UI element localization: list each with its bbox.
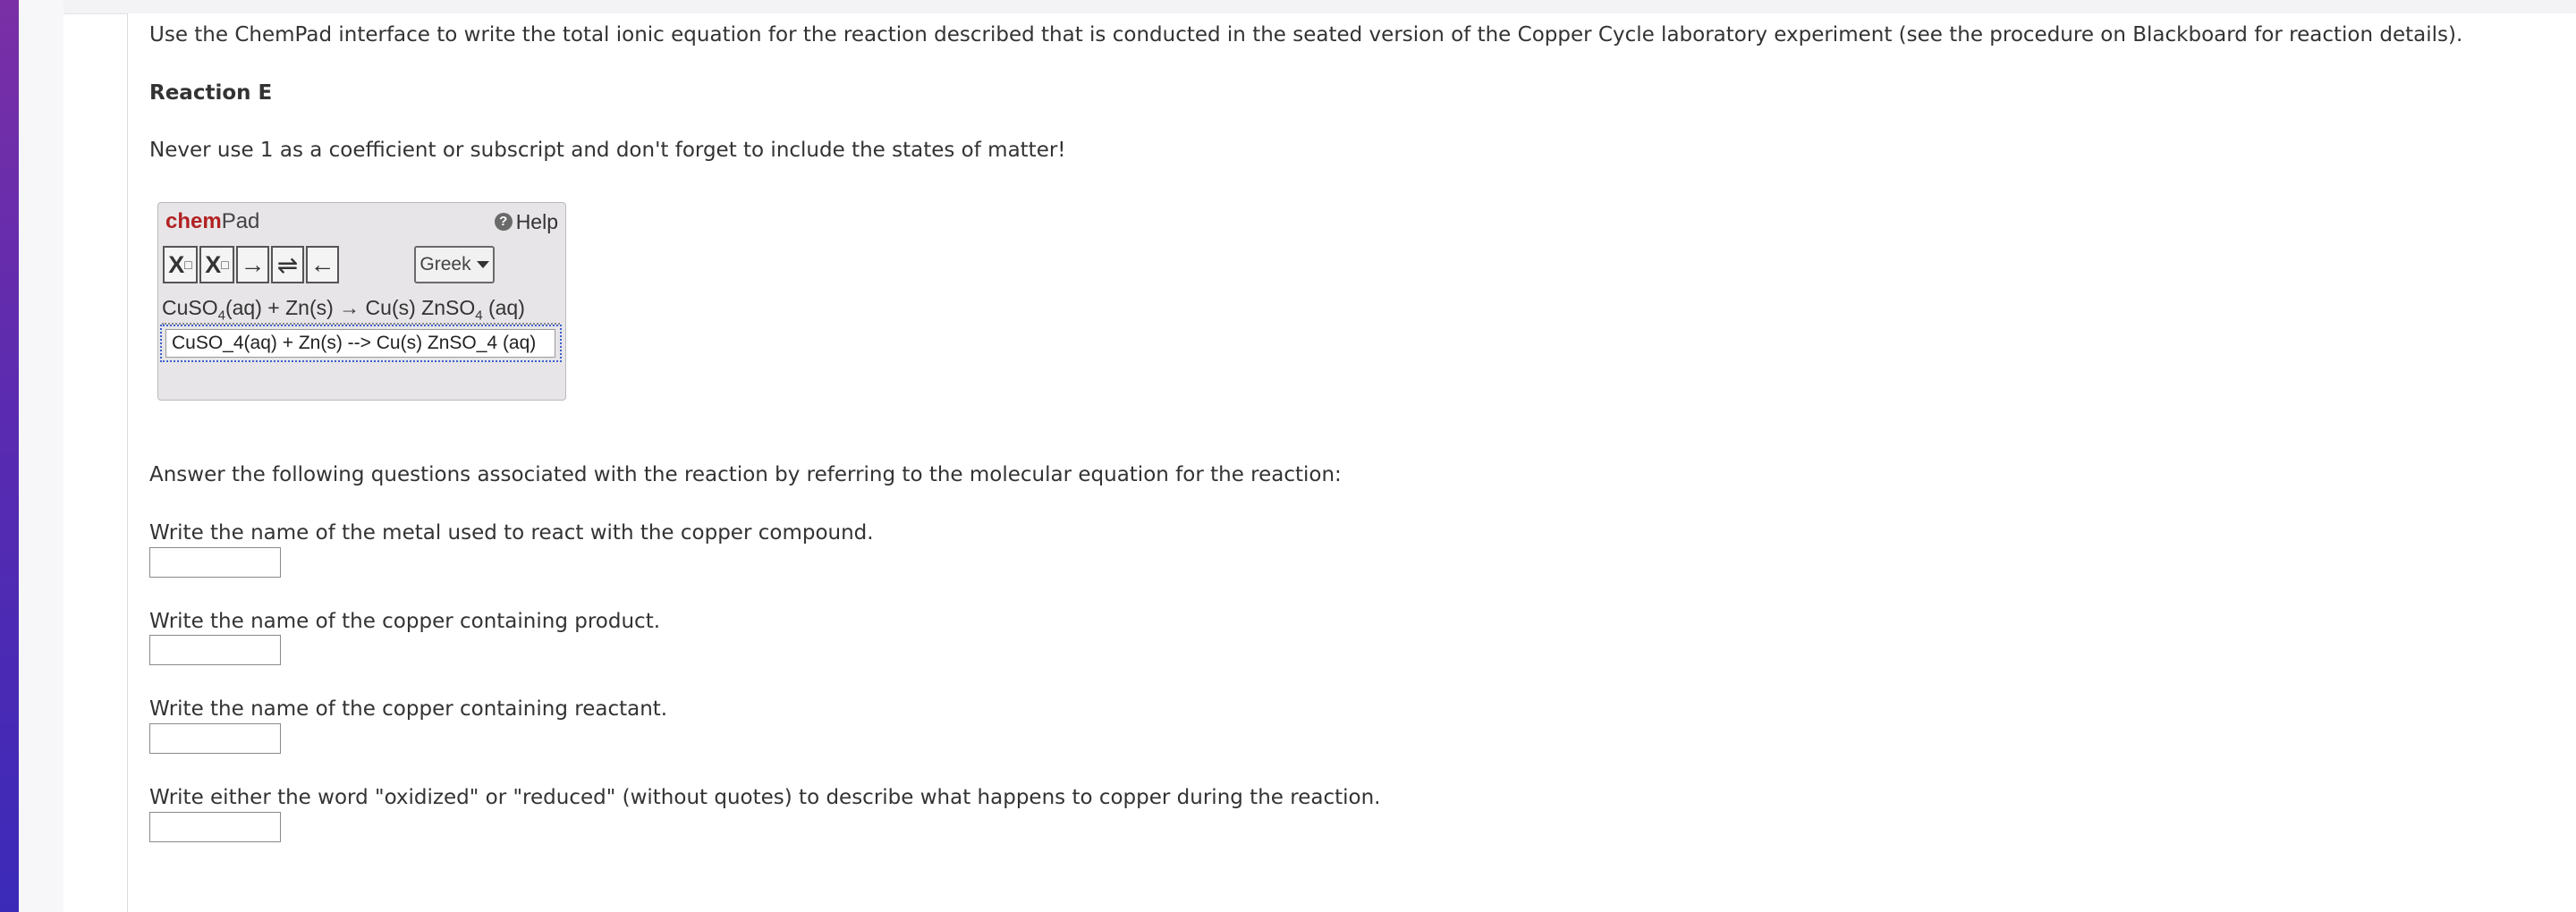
equation-preview: CuSO4(aq) + Zn(s) → Cu(s) ZnSO4 (aq) xyxy=(162,292,560,325)
equation-input[interactable]: CuSO_4(aq) + Zn(s) --> Cu(s) ZnSO_4 (aq) xyxy=(165,329,555,358)
help-label: Help xyxy=(515,210,558,233)
chempad-logo: chemPad xyxy=(165,209,259,234)
question-3-label: Write the name of the copper containing … xyxy=(149,697,668,721)
superscript-button[interactable]: X □ xyxy=(199,246,234,283)
greek-dropdown[interactable]: Greek xyxy=(414,246,495,283)
states-note: Never use 1 as a coefficient or subscrip… xyxy=(149,139,1066,162)
reaction-arrow-button[interactable]: → xyxy=(236,246,269,283)
left-gutter xyxy=(19,0,64,912)
question-2-label: Write the name of the copper containing … xyxy=(149,610,661,633)
preview-subscript: 4 xyxy=(217,308,225,324)
chempad-widget: chemPad ? Help X □ X □ → ⇌ ← Greek CuSO4(a… xyxy=(157,202,566,401)
chempad-toolbar: X □ X □ → ⇌ ← xyxy=(163,246,341,283)
metal-name-input[interactable] xyxy=(149,547,281,578)
left-accent-strip xyxy=(0,0,19,912)
help-link[interactable]: ? Help xyxy=(494,209,558,234)
question-1-label: Write the name of the metal used to reac… xyxy=(149,521,874,545)
top-bar xyxy=(64,0,2576,14)
chempad-logo-chem: chem xyxy=(165,209,222,233)
left-arrow-button[interactable]: ← xyxy=(306,246,339,283)
copper-reactant-input[interactable] xyxy=(149,723,281,754)
greek-dropdown-label: Greek xyxy=(419,254,471,274)
oxidized-reduced-input[interactable] xyxy=(149,812,281,842)
questions-intro: Answer the following questions associate… xyxy=(149,463,1342,486)
reaction-heading: Reaction E xyxy=(149,81,273,105)
preview-text: CuSO xyxy=(162,296,218,319)
subscript-button[interactable]: X □ xyxy=(163,246,198,283)
preview-subscript: 4 xyxy=(475,308,483,324)
copper-product-input[interactable] xyxy=(149,635,281,665)
equation-input-focus-ring: CuSO_4(aq) + Zn(s) --> Cu(s) ZnSO_4 (aq) xyxy=(160,325,562,362)
chempad-logo-pad: Pad xyxy=(221,209,260,233)
help-icon: ? xyxy=(494,213,513,231)
question-4-label: Write either the word "oxidized" or "red… xyxy=(149,786,1381,809)
preview-text: (aq) + Zn(s) → Cu(s) ZnSO xyxy=(225,296,476,319)
chevron-down-icon xyxy=(476,261,489,268)
intro-instructions: Use the ChemPad interface to write the t… xyxy=(149,23,2463,46)
equilibrium-arrow-button[interactable]: ⇌ xyxy=(271,246,304,283)
preview-text: (aq) xyxy=(482,296,525,319)
